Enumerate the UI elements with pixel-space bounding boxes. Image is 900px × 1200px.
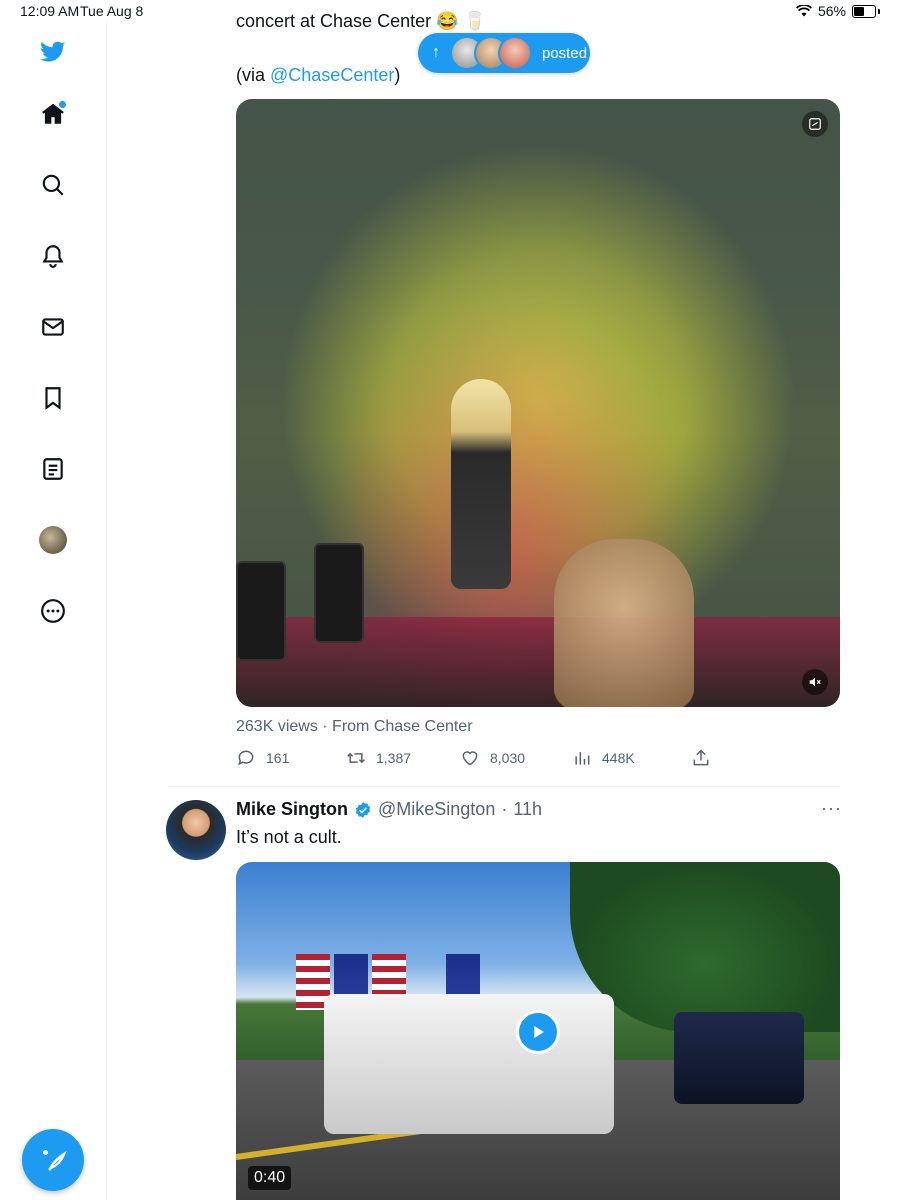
arrow-up-icon: ↑	[432, 44, 440, 61]
like-button[interactable]: 8,030	[460, 748, 525, 768]
play-button[interactable]	[516, 1010, 560, 1054]
unread-dot	[58, 100, 67, 109]
reply-button[interactable]: 161	[236, 748, 289, 768]
views-count: 448K	[602, 750, 635, 766]
avatar	[498, 36, 532, 70]
media-settings-icon[interactable]	[802, 111, 828, 137]
lists-icon[interactable]	[37, 453, 69, 485]
tweet-header: Mike Sington @MikeSington · 11h	[236, 799, 542, 820]
tweet-text: It’s not a cult.	[236, 827, 342, 847]
play-icon	[534, 1026, 544, 1038]
timeline: concert at Chase Center 😂 🥛 (via @ChaseC…	[107, 0, 900, 1200]
share-icon	[693, 749, 709, 766]
tweet-via-line: (via @ChaseCenter)	[236, 65, 401, 85]
verified-badge-icon	[355, 801, 371, 818]
avatar	[39, 526, 67, 554]
status-time: 12:09 AM	[20, 3, 80, 19]
home-icon[interactable]	[37, 98, 69, 130]
tweet-actions: 161 1,387 8,030 448K	[236, 748, 716, 770]
tweet-video[interactable]: 0:40	[236, 862, 840, 1200]
search-icon[interactable]	[37, 169, 69, 201]
mention-link[interactable]: @ChaseCenter	[270, 65, 394, 85]
separator-dot: ·	[501, 799, 508, 819]
new-posts-pill[interactable]: ↑ posted	[418, 33, 590, 73]
analytics-icon	[575, 752, 590, 765]
twitter-logo-icon[interactable]	[37, 36, 69, 68]
compose-button[interactable]	[22, 1129, 84, 1191]
video-duration: 0:40	[248, 1166, 292, 1190]
left-nav	[0, 22, 107, 1200]
author-handle[interactable]: @MikeSington	[378, 799, 495, 820]
notifications-icon[interactable]	[37, 240, 69, 272]
author-name[interactable]: Mike Sington	[236, 799, 348, 820]
bookmarks-icon[interactable]	[37, 382, 69, 414]
compose-feather-icon	[43, 1150, 67, 1171]
more-options-icon[interactable]: ···	[821, 798, 842, 819]
divider	[167, 786, 840, 787]
retweet-count: 1,387	[376, 750, 412, 766]
reply-count: 161	[266, 750, 290, 766]
tweet-text: concert at Chase Center 😂 🥛	[236, 11, 486, 31]
reply-icon	[238, 750, 254, 766]
like-count: 8,030	[490, 750, 526, 766]
more-icon[interactable]	[37, 595, 69, 627]
profile-avatar[interactable]	[37, 524, 69, 556]
retweet-button[interactable]: 1,387	[346, 748, 411, 768]
tweet-timestamp[interactable]: 11h	[513, 799, 542, 820]
retweet-icon	[347, 752, 365, 764]
views-line: 263K views · From Chase Center	[236, 718, 473, 735]
views-button[interactable]: 448K	[572, 748, 635, 768]
heart-icon	[462, 751, 478, 766]
author-avatar[interactable]	[166, 800, 226, 860]
mute-icon[interactable]	[802, 669, 828, 695]
new-posts-label: posted	[542, 44, 588, 62]
tweet-video[interactable]	[236, 99, 840, 707]
messages-icon[interactable]	[37, 311, 69, 343]
share-button[interactable]	[691, 748, 711, 768]
